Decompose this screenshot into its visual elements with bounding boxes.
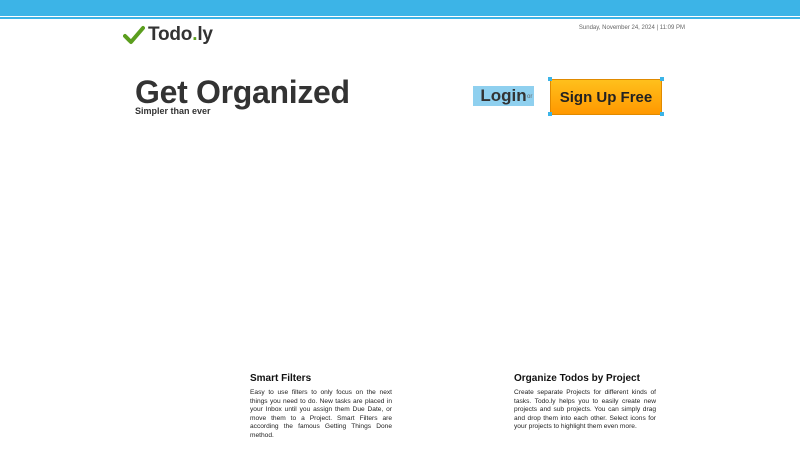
logo-name: Todo	[148, 24, 193, 45]
signup-button[interactable]: Sign Up Free	[550, 79, 662, 115]
feature-smart-filters: Smart Filters Easy to use filters to onl…	[250, 373, 392, 441]
top-bar-divider	[0, 17, 800, 19]
login-button[interactable]: Login	[473, 86, 534, 106]
or-label: or	[527, 94, 533, 100]
focus-handle-top-left	[548, 77, 552, 81]
feature-description: Easy to use filters to only focus on the…	[250, 389, 392, 439]
logo[interactable]: Todo.ly	[123, 24, 213, 46]
hero-subtitle: Simpler than ever	[135, 106, 211, 116]
top-bar	[0, 0, 800, 16]
feature-description: Create separate Projects for different k…	[514, 389, 656, 431]
logo-text: Todo.ly	[148, 24, 213, 46]
focus-handle-bottom-right	[660, 112, 664, 116]
logo-suffix: ly	[197, 24, 213, 45]
feature-title: Organize Todos by Project	[514, 373, 640, 384]
focus-handle-top-right	[660, 77, 664, 81]
feature-title: Smart Filters	[250, 373, 312, 384]
checkmark-icon	[123, 26, 145, 44]
current-datetime: Sunday, November 24, 2024 | 11:09 PM	[578, 25, 685, 31]
focus-handle-bottom-left	[548, 112, 552, 116]
feature-organize-projects: Organize Todos by Project Create separat…	[514, 373, 656, 432]
